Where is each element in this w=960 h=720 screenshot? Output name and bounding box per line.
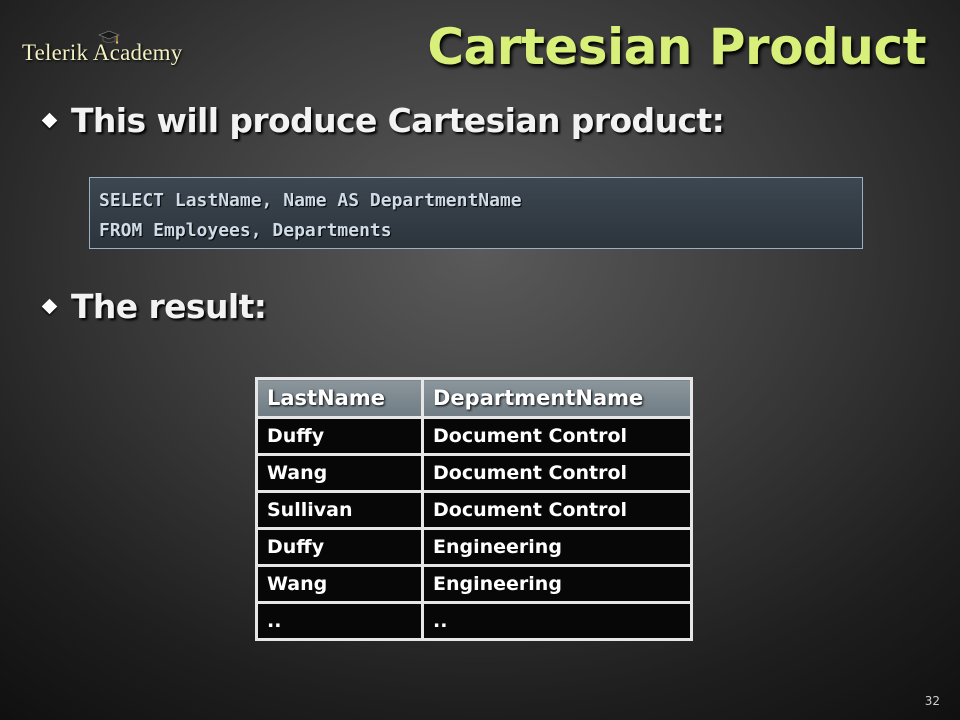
table-cell: Sullivan bbox=[255, 490, 424, 530]
page-number: 32 bbox=[924, 694, 940, 708]
bullet-item: The result: bbox=[41, 287, 267, 326]
table-cell: Engineering bbox=[421, 564, 693, 604]
bullet-text: The result: bbox=[71, 287, 267, 326]
bullet-text: This will produce Cartesian product: bbox=[71, 101, 725, 140]
table-row: Wang Engineering bbox=[255, 564, 693, 604]
bullet-item: This will produce Cartesian product: bbox=[41, 101, 725, 140]
table-cell: Document Control bbox=[421, 416, 693, 456]
table-row: .. .. bbox=[255, 601, 693, 641]
graduation-cap-icon bbox=[98, 30, 120, 44]
table-cell: Document Control bbox=[421, 453, 693, 493]
column-header-departmentname: DepartmentName bbox=[421, 377, 693, 419]
table-cell: Document Control bbox=[421, 490, 693, 530]
telerik-academy-logo: Telerik Academy bbox=[22, 30, 182, 66]
slide-title: Cartesian Product bbox=[427, 18, 926, 76]
sql-code-block: SELECT LastName, Name AS DepartmentName … bbox=[89, 177, 863, 249]
table-row: Wang Document Control bbox=[255, 453, 693, 493]
code-line: FROM Employees, Departments bbox=[99, 220, 392, 241]
table-cell: .. bbox=[421, 601, 693, 641]
table-cell: Duffy bbox=[255, 416, 424, 456]
table-cell: Wang bbox=[255, 564, 424, 604]
column-header-lastname: LastName bbox=[255, 377, 424, 419]
code-line: SELECT LastName, Name AS DepartmentName bbox=[99, 190, 522, 211]
table-header-row: LastName DepartmentName bbox=[255, 377, 693, 419]
result-table: LastName DepartmentName Duffy Document C… bbox=[255, 377, 693, 641]
table-cell: .. bbox=[255, 601, 424, 641]
table-row: Duffy Document Control bbox=[255, 416, 693, 456]
table-row: Duffy Engineering bbox=[255, 527, 693, 567]
table-cell: Duffy bbox=[255, 527, 424, 567]
table-row: Sullivan Document Control bbox=[255, 490, 693, 530]
diamond-bullet-icon bbox=[41, 112, 58, 129]
table-cell: Wang bbox=[255, 453, 424, 493]
diamond-bullet-icon bbox=[41, 298, 58, 315]
table-cell: Engineering bbox=[421, 527, 693, 567]
